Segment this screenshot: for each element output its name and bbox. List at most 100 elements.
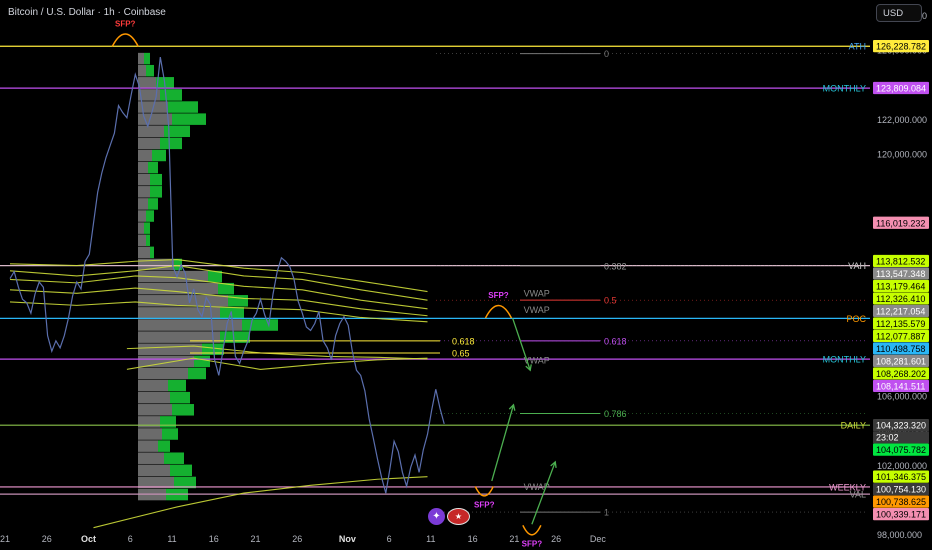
profile-bar-green <box>242 319 278 331</box>
profile-bar-gray <box>138 234 146 246</box>
profile-bar-green <box>146 210 154 222</box>
profile-bar-green <box>150 186 162 198</box>
price-tag: 112,135.579 <box>876 319 925 329</box>
price-tag: 101,346.375 <box>876 472 926 482</box>
x-tick-label: 26 <box>551 534 561 544</box>
fib-label: 0.5 <box>604 296 617 306</box>
y-tick-label: 106,000.000 <box>877 392 927 402</box>
price-tag: 112,217.054 <box>876 306 925 316</box>
fib-label: 0.786 <box>604 409 627 419</box>
sfp-label: SFP? <box>488 291 509 300</box>
y-tick-label: 120,000.000 <box>877 150 927 160</box>
price-tag: 104,075.782 <box>876 445 926 455</box>
profile-bar-green <box>188 367 206 380</box>
price-tag: 104,323.320 <box>876 421 926 431</box>
profile-bar-gray <box>138 77 156 89</box>
level-label: ATH <box>849 42 866 52</box>
profile-bar-green <box>144 222 150 234</box>
price-tag: 108,281.601 <box>876 356 926 366</box>
us-flag-icon[interactable]: ★ <box>447 508 470 525</box>
fib-label: 0 <box>604 49 609 59</box>
chart-title: Bitcoin / U.S. Dollar · 1h · Coinbase <box>8 7 166 18</box>
fib-label: 0.382 <box>604 261 627 271</box>
profile-bar-gray <box>138 379 168 392</box>
profile-bar-green <box>160 416 176 428</box>
x-tick-label: 21 <box>509 534 519 544</box>
profile-bar-gray <box>138 52 144 65</box>
y-tick-label: 98,000.000 <box>877 530 922 540</box>
profile-bar-gray <box>138 64 146 77</box>
profile-bar-green <box>172 404 194 416</box>
x-tick-label: 21 <box>250 534 260 544</box>
profile-bar-green <box>152 149 166 162</box>
price-chart[interactable]: ATHMONTHLYVAHPOCMONTHLYDAILYWEEKLYVAL VW… <box>0 0 932 550</box>
profile-bar-gray <box>138 198 148 210</box>
y-tick-label: 102,000.000 <box>877 461 927 471</box>
profile-bar-green <box>168 379 186 392</box>
profile-bar-gray <box>138 367 188 380</box>
price-tag: 108,268.202 <box>876 369 926 379</box>
profile-bar-gray <box>138 452 164 464</box>
profile-bar-green <box>144 52 150 65</box>
level-label: POC <box>846 314 866 324</box>
calendar-icon[interactable]: ✦ <box>428 508 445 525</box>
projection-arrow <box>491 404 515 482</box>
sfp-curve <box>484 304 513 319</box>
price-tag: 100,754.130 <box>876 485 926 495</box>
profile-bar-gray <box>138 440 158 452</box>
profile-bar-gray <box>138 355 194 368</box>
fib-left-label: 0.65 <box>452 348 470 358</box>
profile-bar-gray <box>138 222 144 234</box>
profile-bar-green <box>170 464 192 477</box>
sfp-label: SFP? <box>115 19 136 28</box>
profile-bar-gray <box>138 210 146 222</box>
profile-bar-green <box>172 113 206 125</box>
profile-bar-gray <box>138 391 170 404</box>
profile-bar-gray <box>138 137 160 150</box>
profile-bar-gray <box>138 295 228 307</box>
level-label: MONTHLY <box>823 355 866 365</box>
level-label: VAL <box>850 490 866 500</box>
profile-bar-green <box>164 125 190 138</box>
x-tick-label: Oct <box>81 534 96 544</box>
price-tag: 113,547.348 <box>876 269 925 279</box>
x-tick-label: 26 <box>292 534 302 544</box>
sfp-curve <box>522 525 542 536</box>
price-tag: 116,019.232 <box>876 218 925 228</box>
profile-bar-green <box>170 391 190 404</box>
profile-bar-green <box>148 161 158 174</box>
profile-bar-gray <box>138 307 220 319</box>
profile-bar-green <box>150 173 162 186</box>
price-tag: 108,141.511 <box>876 381 925 391</box>
x-tick-label: 11 <box>167 534 176 544</box>
price-tag: 126,228.782 <box>876 42 926 52</box>
profile-bar-gray <box>138 186 150 198</box>
profile-bar-gray <box>138 149 152 162</box>
price-tag: 100,339.171 <box>876 510 926 520</box>
fib-left-label: 0.618 <box>452 336 475 346</box>
sfp-label: SFP? <box>522 539 543 548</box>
y-tick-label: 122,000.000 <box>877 115 927 125</box>
price-tag: 113,812.532 <box>876 256 925 266</box>
fib-label: 1 <box>604 508 609 518</box>
profile-bar-green <box>160 89 182 101</box>
profile-bar-green <box>162 428 178 440</box>
profile-bar-green <box>150 246 154 259</box>
level-label: VAH <box>848 261 866 271</box>
profile-bar-gray <box>138 125 164 138</box>
x-tick-label: Nov <box>339 534 356 544</box>
profile-bar-green <box>160 137 182 150</box>
profile-bar-green <box>158 440 170 452</box>
price-line <box>9 56 445 494</box>
price-tag: 123,809.084 <box>876 84 926 94</box>
vwap-label: VWAP <box>524 305 550 315</box>
profile-bar-green <box>146 234 150 246</box>
currency-button[interactable]: USD <box>876 4 922 22</box>
event-markers[interactable]: ✦ ★ <box>428 508 472 526</box>
price-tag: 112,077.887 <box>876 331 925 341</box>
profile-bar-green <box>146 64 154 77</box>
countdown-label: 23:02 <box>876 433 899 443</box>
profile-bar-gray <box>138 428 162 440</box>
x-tick-label: 26 <box>42 534 52 544</box>
profile-bar-gray <box>138 282 218 295</box>
